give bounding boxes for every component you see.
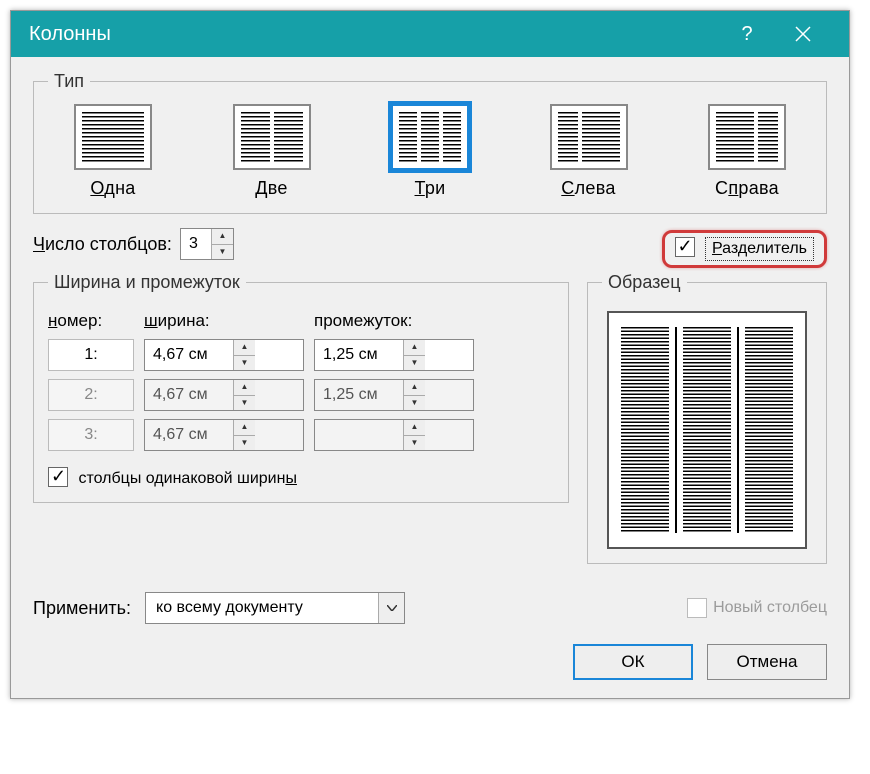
columns-dialog: Колонны ? Тип Одна xyxy=(10,10,850,699)
sample-legend: Образец xyxy=(602,272,687,293)
width-2-up: ▲ xyxy=(234,380,255,396)
apply-value: ко всему документу xyxy=(146,599,378,617)
width-1-down[interactable]: ▼ xyxy=(234,356,255,371)
close-icon xyxy=(794,25,812,43)
width-1-spinner[interactable]: ▲▼ xyxy=(144,339,304,371)
ok-button[interactable]: ОК xyxy=(573,644,693,680)
width-1-input[interactable] xyxy=(145,340,233,370)
dialog-title: Колонны xyxy=(29,23,719,46)
gap-3-up: ▲ xyxy=(404,420,425,436)
num-columns-input[interactable] xyxy=(181,229,211,259)
hdr-number: номер: xyxy=(48,311,134,331)
width-group: Ширина и промежуток номер: ширина: проме… xyxy=(33,272,569,503)
gap-2-down: ▼ xyxy=(404,396,425,411)
apply-dropdown-button[interactable] xyxy=(378,593,404,623)
num-columns-label: Число столбцов: xyxy=(33,234,172,255)
chevron-down-icon xyxy=(387,605,397,611)
preset-three-label: Три xyxy=(365,178,495,199)
sample-group: Образец xyxy=(587,272,827,564)
dialog-body: Тип Одна Две xyxy=(11,57,849,698)
row-num-2: 2: xyxy=(48,379,134,411)
type-legend: Тип xyxy=(48,71,90,92)
new-column-checkbox xyxy=(687,598,707,618)
preset-right-icon xyxy=(708,104,786,170)
cancel-button[interactable]: Отмена xyxy=(707,644,827,680)
separator-highlight: Разделитель xyxy=(662,230,827,268)
equal-width-label: столбцы одинаковой ширины xyxy=(78,470,296,487)
gap-3-input xyxy=(315,420,403,450)
preset-left[interactable]: Слева xyxy=(524,104,654,199)
width-2-down: ▼ xyxy=(234,396,255,411)
preset-two-label: Две xyxy=(207,178,337,199)
gap-2-input xyxy=(315,380,403,410)
apply-label: Применить: xyxy=(33,598,131,619)
separator-checkbox[interactable] xyxy=(675,237,695,257)
num-columns-up[interactable]: ▲ xyxy=(212,229,233,245)
apply-select[interactable]: ко всему документу xyxy=(145,592,405,624)
gap-1-up[interactable]: ▲ xyxy=(404,340,425,356)
num-columns-down[interactable]: ▼ xyxy=(212,245,233,260)
hdr-width: ширина: xyxy=(144,311,304,331)
preset-right-label: Справа xyxy=(682,178,812,199)
width-3-input xyxy=(145,420,233,450)
row-num-1: 1: xyxy=(48,339,134,371)
new-column-label: Новый столбец xyxy=(713,599,827,617)
preset-one[interactable]: Одна xyxy=(48,104,178,199)
equal-width-checkbox[interactable] xyxy=(48,467,68,487)
gap-1-spinner[interactable]: ▲▼ xyxy=(314,339,474,371)
equal-width-row: столбцы одинаковой ширины xyxy=(48,467,554,488)
separator-label: Разделитель xyxy=(705,237,814,261)
close-button[interactable] xyxy=(775,11,831,57)
width-1-up[interactable]: ▲ xyxy=(234,340,255,356)
preset-one-icon xyxy=(74,104,152,170)
help-button[interactable]: ? xyxy=(719,11,775,57)
width-2-spinner: ▲▼ xyxy=(144,379,304,411)
width-3-spinner: ▲▼ xyxy=(144,419,304,451)
gap-1-input[interactable] xyxy=(315,340,403,370)
preset-one-label: Одна xyxy=(48,178,178,199)
gap-3-down: ▼ xyxy=(404,436,425,451)
new-column-option: Новый столбец xyxy=(687,598,827,618)
preset-left-icon xyxy=(550,104,628,170)
gap-1-down[interactable]: ▼ xyxy=(404,356,425,371)
preset-three[interactable]: Три xyxy=(365,104,495,199)
preset-three-icon xyxy=(391,104,469,170)
preset-two[interactable]: Две xyxy=(207,104,337,199)
preset-two-icon xyxy=(233,104,311,170)
preset-right[interactable]: Справа xyxy=(682,104,812,199)
width-3-up: ▲ xyxy=(234,420,255,436)
title-bar: Колонны ? xyxy=(11,11,849,57)
width-legend: Ширина и промежуток xyxy=(48,272,246,293)
row-num-3: 3: xyxy=(48,419,134,451)
type-group: Тип Одна Две xyxy=(33,71,827,214)
width-3-down: ▼ xyxy=(234,436,255,451)
sample-preview xyxy=(607,311,807,549)
gap-2-spinner: ▲▼ xyxy=(314,379,474,411)
width-2-input xyxy=(145,380,233,410)
preset-left-label: Слева xyxy=(524,178,654,199)
gap-2-up: ▲ xyxy=(404,380,425,396)
gap-3-spinner: ▲▼ xyxy=(314,419,474,451)
hdr-gap: промежуток: xyxy=(314,311,474,331)
num-columns-spinner[interactable]: ▲ ▼ xyxy=(180,228,234,260)
